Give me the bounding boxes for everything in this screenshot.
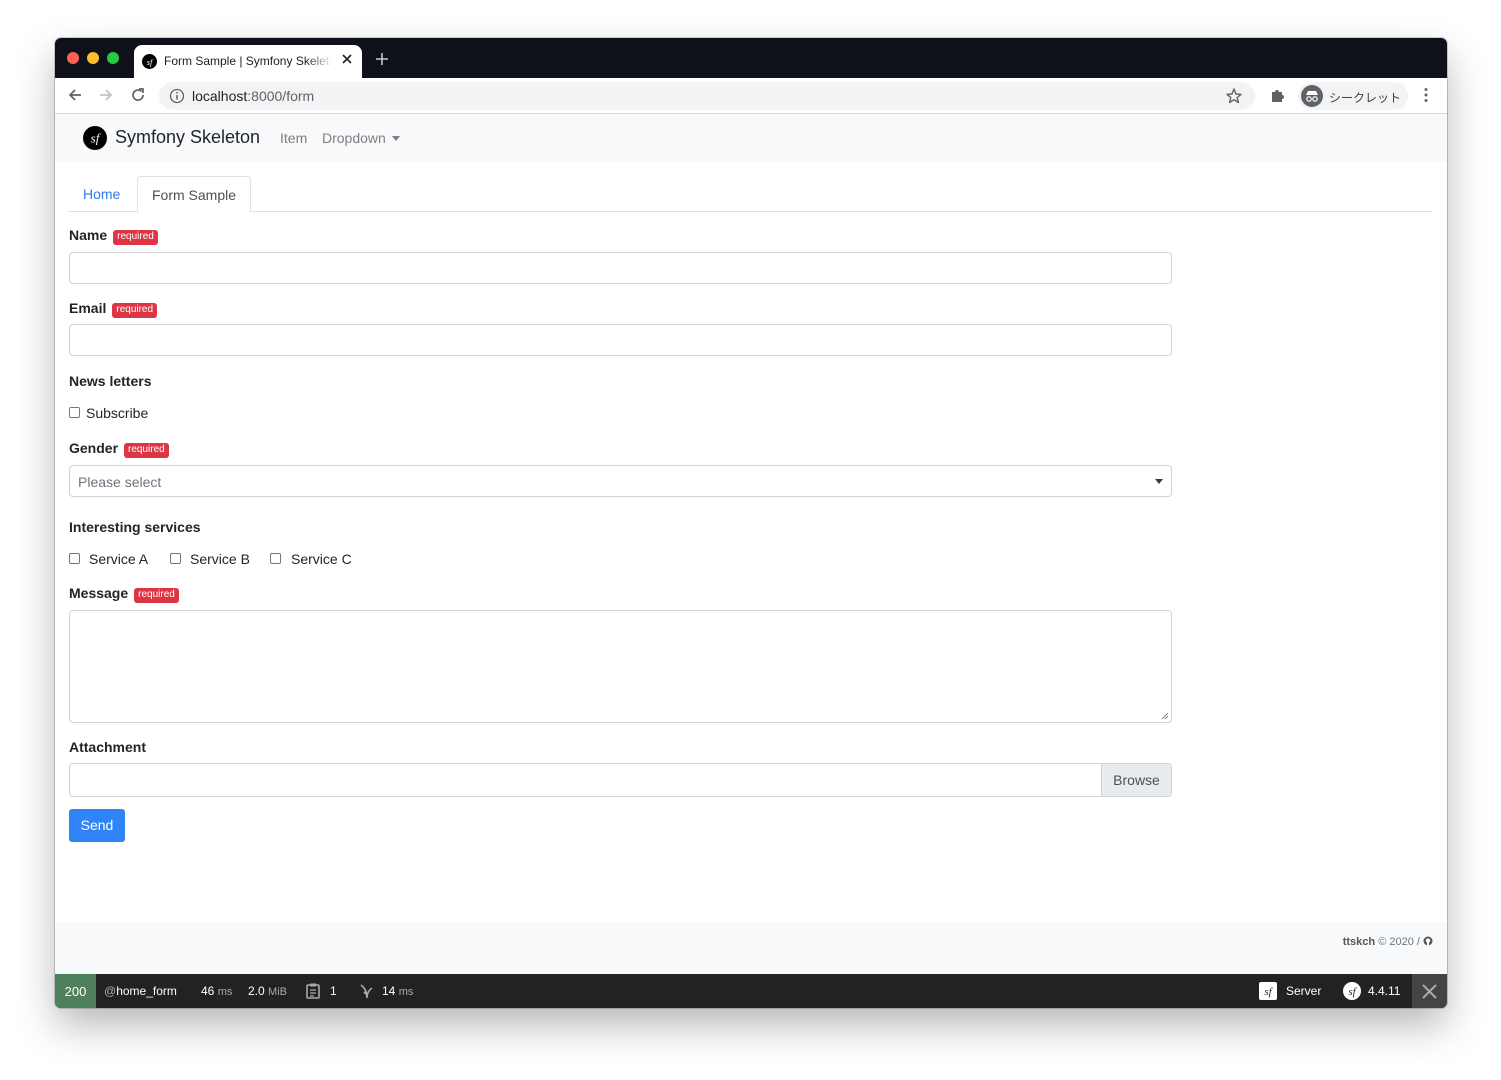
site-navbar: sf Symfony Skeleton Item Dropdown [55,114,1447,162]
route-name[interactable]: @home_form [104,984,177,998]
forms-icon[interactable] [304,982,322,1000]
close-icon [1422,984,1437,999]
incognito-label: シークレット [1329,91,1402,105]
close-window-button[interactable] [67,52,79,64]
github-icon[interactable] [1423,936,1433,946]
minimize-window-button[interactable] [87,52,99,64]
browser-menu-icon[interactable] [1417,86,1435,104]
gender-label-text: Gender [69,440,119,456]
maximize-window-button[interactable] [107,52,119,64]
twig-time[interactable]: 14 ms [382,984,413,998]
message-label-text: Message [69,585,129,601]
attachment-label: Attachment [69,739,147,755]
site-info-icon[interactable] [169,88,185,104]
required-badge: required [112,303,158,318]
reload-icon[interactable] [129,86,147,104]
browser-window: sf Form Sample | Symfony Skeleton localh… [55,38,1447,1008]
gender-select[interactable]: Please select [69,465,1172,497]
email-label: Email required [69,300,158,318]
send-button[interactable]: Send [69,809,125,842]
newsletters-label: News letters [69,373,152,389]
symfony-server-icon[interactable]: sf [1259,982,1277,1000]
address-bar[interactable]: localhost:8000/form [159,82,1255,110]
service-c-checkbox[interactable] [270,553,281,564]
service-b-checkbox[interactable] [170,553,181,564]
forms-count[interactable]: 1 [330,984,337,998]
memory-usage[interactable]: 2.0 MiB [248,984,287,998]
page-content: sf Symfony Skeleton Item Dropdown Home F… [55,114,1447,974]
service-a-checkbox[interactable] [69,553,80,564]
name-input[interactable] [69,252,1172,284]
services-label: Interesting services [69,519,201,535]
url-text: localhost:8000/form [192,88,314,104]
memory-value: 2.0 [248,984,265,998]
url-host: localhost [192,88,248,104]
symfony-version-icon[interactable]: sf [1343,982,1361,1000]
browser-toolbar: localhost:8000/form シークレット [55,78,1447,114]
request-time-value: 46 [201,984,215,998]
resize-handle-icon[interactable] [1161,712,1169,720]
symfony-debug-toolbar: 200 @home_form 46 ms 2.0 MiB 1 14 ms sf … [55,974,1447,1008]
bookmark-star-icon[interactable] [1225,87,1243,105]
symfony-logo-icon[interactable]: sf [83,126,107,150]
email-input[interactable] [69,324,1172,356]
tab-form-sample[interactable]: Form Sample [137,176,252,213]
service-b-label[interactable]: Service B [190,551,250,567]
symfony-favicon-icon: sf [142,54,157,69]
gender-label: Gender required [69,440,169,458]
request-time-unit: ms [217,986,233,998]
tab-title: Form Sample | Symfony Skeleton [164,54,332,68]
memory-unit: MiB [268,986,287,998]
forward-arrow-icon[interactable] [97,86,115,104]
close-tab-icon[interactable] [342,54,352,64]
service-a-label[interactable]: Service A [89,551,148,567]
service-c-label[interactable]: Service C [291,551,352,567]
symfony-version[interactable]: 4.4.11 [1368,984,1400,998]
browse-button[interactable]: Browse [1101,764,1171,796]
gender-select-value: Please select [78,474,162,490]
nav-item-link[interactable]: Item [280,130,307,146]
page-tabs: Home Form Sample [69,176,1432,213]
dropdown-caret-icon [391,136,400,141]
email-label-text: Email [69,300,107,316]
tab-home[interactable]: Home [69,176,134,212]
nav-dropdown-toggle[interactable]: Dropdown [322,130,400,146]
route-text: home_form [116,984,177,998]
navbar-brand[interactable]: Symfony Skeleton [115,127,260,148]
required-badge: required [113,230,158,245]
browser-tab-bar: sf Form Sample | Symfony Skeleton [55,38,1447,78]
subscribe-label[interactable]: Subscribe [86,405,148,421]
twig-time-unit: ms [398,986,414,998]
nav-dropdown-label: Dropdown [322,130,386,146]
message-label: Message required [69,585,179,603]
site-footer: ttskch © 2020 / [55,922,1447,974]
incognito-profile-button[interactable]: シークレット [1298,82,1408,110]
required-badge: required [124,443,169,458]
server-label[interactable]: Server [1286,984,1321,998]
footer-credit: ttskch © 2020 / [1343,936,1433,948]
back-arrow-icon[interactable] [66,86,84,104]
status-code-badge[interactable]: 200 [55,974,96,1008]
browser-tab[interactable]: sf Form Sample | Symfony Skeleton [134,45,362,78]
name-label: Name required [69,227,158,245]
message-textarea[interactable] [69,610,1172,723]
request-time[interactable]: 46 ms [201,984,232,998]
footer-year: © 2020 / [1378,936,1420,948]
twig-icon[interactable] [357,982,375,1000]
url-path: :8000/form [247,88,315,104]
twig-time-value: 14 [382,984,396,998]
incognito-icon [1301,85,1323,107]
name-label-text: Name [69,227,108,243]
select-caret-icon [1155,479,1163,484]
required-badge: required [134,588,179,603]
subscribe-checkbox[interactable] [69,407,80,418]
footer-author[interactable]: ttskch [1343,936,1375,948]
attachment-file-input[interactable]: Browse [69,763,1172,797]
hide-toolbar-button[interactable] [1412,974,1447,1008]
new-tab-icon[interactable] [375,52,389,66]
extensions-puzzle-icon[interactable] [1269,86,1287,104]
